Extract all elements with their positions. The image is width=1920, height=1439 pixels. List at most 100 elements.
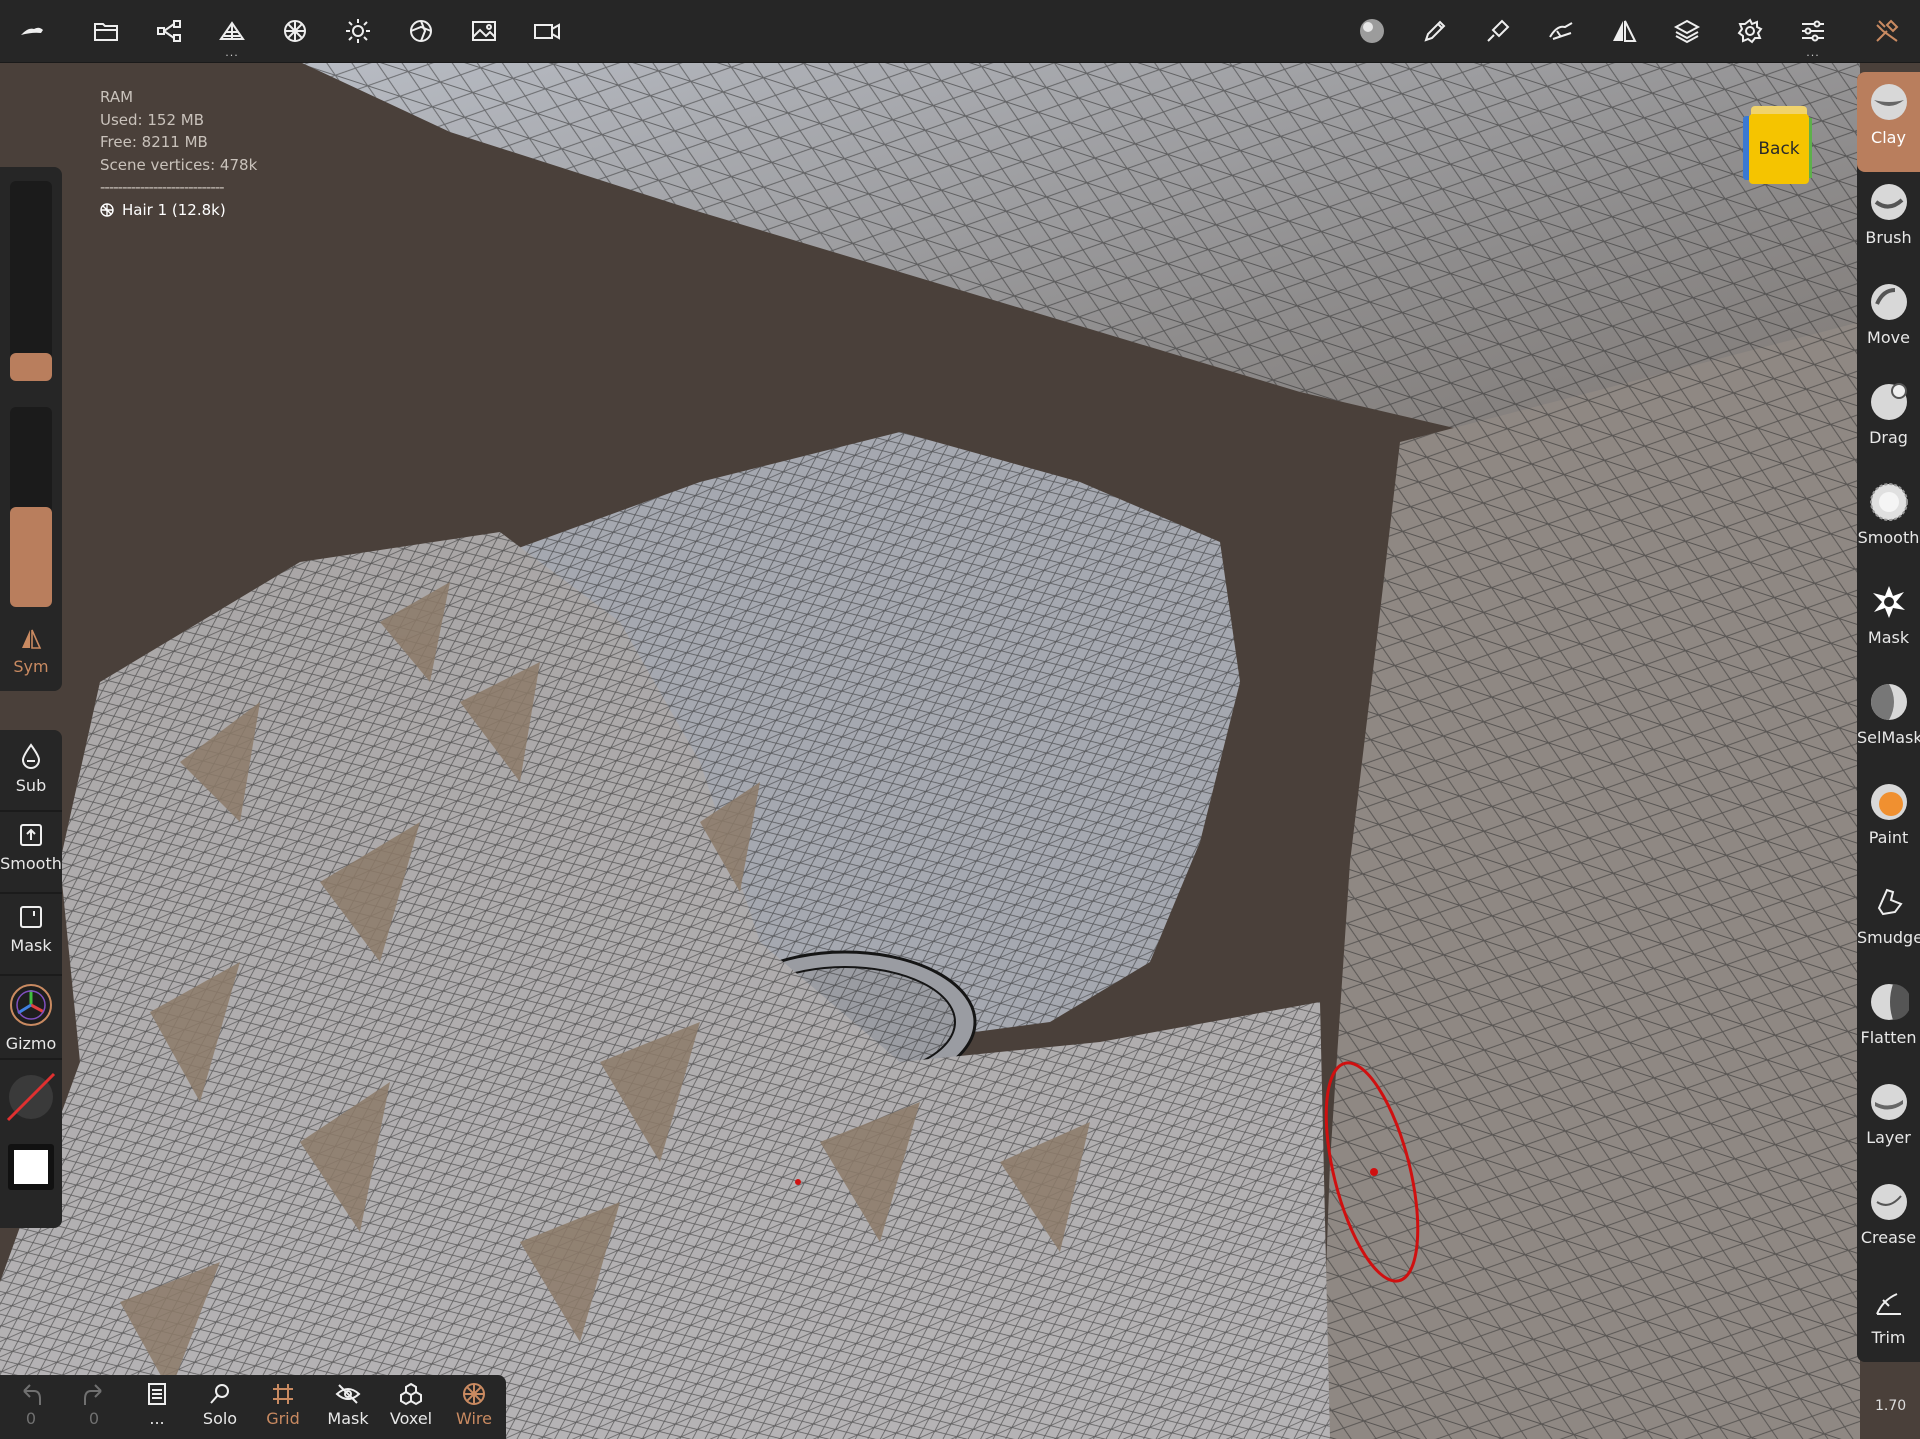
view-cube[interactable]: Back (1743, 104, 1812, 184)
mask-action-button[interactable]: Mask (0, 904, 62, 955)
tool-mask-label: Mask (1867, 628, 1910, 647)
tool-smudge[interactable]: Smudge (1857, 872, 1920, 972)
smooth-box-icon (20, 824, 42, 846)
tool-selmask[interactable]: SelMask (1857, 672, 1920, 772)
mask-tool-icon (1872, 586, 1905, 618)
trim-tool-icon (1875, 1293, 1901, 1315)
undo-count: 0 (25, 1409, 37, 1428)
mask-visibility-button[interactable]: Mask (317, 1381, 379, 1428)
symmetry-icon[interactable] (1602, 9, 1646, 53)
material-sphere-icon[interactable] (1350, 9, 1394, 53)
flatten-tool-icon (1870, 984, 1909, 1020)
history-more: ... (149, 1409, 165, 1428)
voxel-button[interactable]: Voxel (380, 1381, 442, 1428)
pen-icon[interactable] (1413, 9, 1457, 53)
tool-brush-label: Brush (1865, 228, 1912, 247)
tool-crease[interactable]: Crease (1857, 1172, 1920, 1272)
tool-flatten-label: Flatten (1860, 1028, 1917, 1047)
redo-count: 0 (88, 1409, 100, 1428)
brush-tool-icon (1870, 184, 1907, 220)
smooth-action-button[interactable]: Smooth (0, 822, 62, 873)
gizmo-icon (10, 984, 52, 1026)
history-menu-button[interactable]: ... (126, 1381, 188, 1428)
mask-action-label: Mask (10, 936, 52, 955)
wireframe-button[interactable]: Wire (443, 1381, 505, 1428)
layers-icon[interactable] (1665, 9, 1709, 53)
tool-smudge-label: Smudge (1857, 928, 1920, 947)
color-swatch[interactable] (0, 1142, 62, 1198)
topology-icon[interactable] (273, 9, 317, 53)
sub-button[interactable]: Sub (0, 742, 62, 795)
bottom-toolbar: 0 0 ... Solo Grid Mask Voxel Wire (0, 1375, 506, 1439)
settings-icon[interactable] (1728, 9, 1772, 53)
ram-label: RAM (100, 88, 134, 106)
redo-button[interactable]: 0 (63, 1381, 125, 1428)
ram-used: Used: 152 MB (100, 110, 204, 129)
material-color-swatch[interactable] (0, 1070, 62, 1130)
wireframe-icon (463, 1383, 485, 1405)
scene-info: RAM Used: 152 MB Free: 8211 MB Scene ver… (100, 86, 257, 221)
app-logo-icon[interactable] (10, 9, 54, 53)
sym-button[interactable]: Sym (0, 627, 62, 676)
radius-slider[interactable] (10, 181, 52, 381)
undo-icon (23, 1384, 41, 1405)
cubes-icon (400, 1382, 422, 1406)
no-material-icon (6, 1072, 56, 1122)
tool-mask[interactable]: Mask (1857, 572, 1920, 672)
intensity-slider[interactable] (10, 407, 52, 607)
sliders-icon[interactable]: ... (1791, 9, 1835, 58)
tool-clay[interactable]: Clay (1857, 72, 1920, 172)
lighting-icon[interactable] (336, 9, 380, 53)
tool-brush[interactable]: Brush (1857, 172, 1920, 272)
eye-off-icon (335, 1384, 361, 1404)
grid-label: Grid (266, 1409, 300, 1428)
tool-drag[interactable]: Drag (1857, 372, 1920, 472)
redo-icon (84, 1384, 102, 1405)
search-icon (210, 1384, 229, 1404)
tool-smooth[interactable]: Smooth (1857, 472, 1920, 572)
radius-slider-fill (10, 353, 52, 381)
mask-box-icon (20, 906, 42, 928)
tool-paint-label: Paint (1868, 828, 1909, 847)
move-tool-icon (1870, 284, 1907, 320)
tool-clay-label: Clay (1871, 128, 1906, 147)
stroke-icon[interactable] (1476, 9, 1520, 53)
pose-icon[interactable] (1539, 9, 1583, 53)
paint-tool-icon (1870, 784, 1907, 820)
white-color-icon (8, 1144, 54, 1190)
image-export-icon[interactable] (462, 9, 506, 53)
document-icon (148, 1383, 166, 1405)
selected-object[interactable]: Hair 1 (12.8k) (100, 199, 257, 222)
mesh-primitives-icon[interactable]: ... (210, 9, 254, 58)
tool-crease-label: Crease (1860, 1228, 1917, 1247)
solo-button[interactable]: Solo (189, 1381, 251, 1428)
scene-graph-icon[interactable] (147, 9, 191, 53)
layer-tool-icon (1870, 1084, 1907, 1120)
gizmo-button[interactable]: Gizmo (0, 982, 62, 1053)
material-shading-icon[interactable] (399, 9, 443, 53)
tool-flatten[interactable]: Flatten (1857, 972, 1920, 1072)
ram-free: Free: 8211 MB (100, 133, 208, 151)
drop-icon (21, 743, 41, 769)
tool-trim[interactable]: Trim (1857, 1272, 1920, 1372)
tool-selmask-label: SelMask (1857, 728, 1920, 747)
sculpt-viewport[interactable] (0, 62, 1920, 1439)
folder-icon[interactable] (84, 9, 128, 53)
intensity-slider-fill (10, 507, 52, 607)
scene-vertices: Scene vertices: 478k (100, 155, 258, 174)
undo-button[interactable]: 0 (0, 1381, 62, 1428)
tool-drag-label: Drag (1869, 428, 1908, 447)
symmetry-small-icon (22, 629, 42, 649)
tool-layer[interactable]: Layer (1857, 1072, 1920, 1172)
voxel-label: Voxel (389, 1409, 433, 1428)
wireframe-label: Wire (456, 1409, 492, 1428)
video-icon[interactable] (525, 9, 569, 53)
sub-label: Sub (15, 776, 47, 795)
tool-move[interactable]: Move (1857, 272, 1920, 372)
grid-button[interactable]: Grid (252, 1381, 314, 1428)
tool-paint[interactable]: Paint (1857, 772, 1920, 872)
tools-icon[interactable] (1865, 9, 1909, 53)
solo-label: Solo (202, 1409, 238, 1428)
tool-layer-label: Layer (1866, 1128, 1911, 1147)
top-toolbar: ... ... (0, 0, 1920, 63)
